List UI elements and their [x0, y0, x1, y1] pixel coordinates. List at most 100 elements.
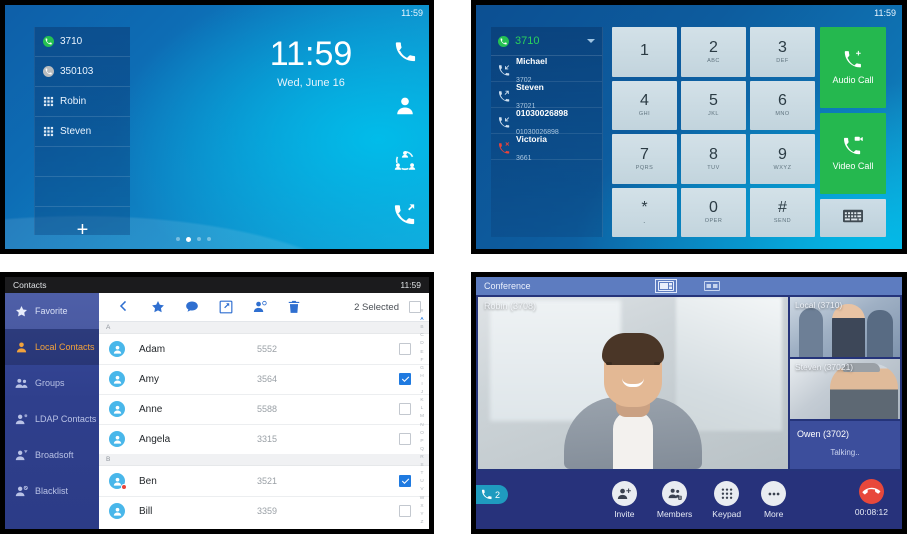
page-dot[interactable] [175, 237, 180, 241]
alpha-x[interactable]: X [420, 504, 423, 509]
contacts-list[interactable]: A Adam 5552 Amy 3564 Anne 5588 Angela 33… [99, 322, 429, 529]
members-button[interactable]: Members [657, 481, 692, 519]
alpha-i[interactable]: I [421, 382, 422, 387]
dialpad-key-5[interactable]: 5 JKL [681, 80, 746, 130]
alpha-h[interactable]: H [420, 374, 423, 379]
history-item-michael[interactable]: Michael 3702 [491, 56, 602, 84]
table-row[interactable]: Adam 5552 [99, 334, 429, 364]
star-icon[interactable] [141, 300, 175, 314]
alpha-a[interactable]: A [420, 317, 423, 322]
table-row[interactable]: Angela 3315 [99, 424, 429, 454]
trash-icon[interactable] [277, 300, 311, 314]
dialpad-key-9[interactable]: 9 WXYZ [750, 134, 815, 184]
alpha-c[interactable]: C [420, 333, 423, 338]
row-checkbox[interactable] [399, 505, 411, 517]
contacts-main: 2 Selected A Adam 5552 Amy 3564 Anne 558… [99, 293, 429, 529]
phone-icon[interactable] [394, 41, 416, 63]
call-count-badge[interactable]: 2 [476, 485, 509, 504]
alpha-r[interactable]: R [420, 455, 423, 460]
table-row[interactable]: Amy 3564 [99, 364, 429, 394]
thumbnail-owen-audio[interactable]: Owen (3702) Talking.. [790, 421, 900, 469]
alpha-m[interactable]: M [420, 414, 424, 419]
row-checkbox-checked[interactable] [399, 475, 411, 487]
table-row[interactable]: Bill 3359 [99, 496, 429, 526]
sidebar-item-broadsoft[interactable]: Broadsoft [5, 437, 99, 473]
dialpad-key-1[interactable]: 1 [612, 27, 677, 77]
alpha-d[interactable]: D [420, 341, 423, 346]
add-contact-icon[interactable] [243, 300, 277, 314]
layout-picture-in-picture-icon[interactable] [655, 279, 677, 293]
row-checkbox[interactable] [399, 343, 411, 355]
sidebar-item-blacklist[interactable]: Blacklist [5, 473, 99, 509]
alphabet-index[interactable]: # A B C D E F G H I J K L M N O P Q R S … [417, 307, 427, 527]
alpha-p[interactable]: P [420, 439, 423, 444]
end-call-button[interactable] [858, 479, 884, 504]
call-history-icon[interactable] [394, 203, 416, 225]
export-icon[interactable] [209, 300, 243, 314]
line-key-3710[interactable]: 3710 [35, 27, 130, 57]
alpha-v[interactable]: V [420, 487, 423, 492]
back-chevron-icon[interactable] [107, 300, 141, 314]
layout-split-icon[interactable] [702, 280, 722, 292]
sidebar-item-groups[interactable]: Groups [5, 365, 99, 401]
row-checkbox[interactable] [399, 403, 411, 415]
sidebar-item-favorite[interactable]: Favorite [5, 293, 99, 329]
line-key-empty[interactable] [35, 147, 130, 177]
table-row[interactable]: Anne 5588 [99, 394, 429, 424]
table-row[interactable]: Ben 3521 [99, 466, 429, 496]
row-checkbox[interactable] [399, 433, 411, 445]
add-line-key-button[interactable]: + [35, 207, 130, 249]
dialpad-key-hash[interactable]: # SEND [750, 187, 815, 237]
audio-call-button[interactable]: Audio Call [820, 27, 886, 108]
dialpad-key-3[interactable]: 3 DEF [750, 27, 815, 77]
dialpad-key-star[interactable]: *. [612, 187, 677, 237]
alpha-g[interactable]: G [420, 366, 424, 371]
dialpad-key-6[interactable]: 6 MNO [750, 80, 815, 130]
alpha-q[interactable]: Q [420, 447, 424, 452]
alpha-o[interactable]: O [420, 431, 424, 436]
key-sub: DEF [776, 57, 789, 64]
contacts-person-icon[interactable] [394, 95, 416, 117]
alpha-n[interactable]: N [420, 423, 423, 428]
conference-icon[interactable] [394, 149, 416, 171]
alpha-t[interactable]: T [421, 471, 424, 476]
row-checkbox-checked[interactable] [399, 373, 411, 385]
sidebar-item-ldap-contacts[interactable]: LDAP Contacts [5, 401, 99, 437]
alpha-e[interactable]: E [420, 350, 423, 355]
dialpad-key-2[interactable]: 2 ABC [681, 27, 746, 77]
dialpad-key-4[interactable]: 4 GHI [612, 80, 677, 130]
line-key-steven[interactable]: Steven [35, 117, 130, 147]
thumbnail-steven[interactable]: Steven (37021) [790, 359, 900, 419]
alpha-j[interactable]: J [421, 390, 423, 395]
more-button[interactable]: More [761, 481, 787, 519]
invite-button[interactable]: Invite [611, 481, 637, 519]
line-key-350103[interactable]: 350103 [35, 57, 130, 87]
dialpad-key-8[interactable]: 8 TUV [681, 134, 746, 184]
alpha-z[interactable]: Z [421, 520, 424, 525]
line-key-robin[interactable]: Robin [35, 87, 130, 117]
dialpad-key-0[interactable]: 0 OPER [681, 187, 746, 237]
video-call-button[interactable]: Video Call [820, 113, 886, 194]
alpha-s[interactable]: S [420, 463, 423, 468]
page-dot[interactable] [196, 237, 201, 241]
line-key-empty[interactable] [35, 177, 130, 207]
alpha-y[interactable]: Y [420, 512, 423, 517]
keypad-button[interactable]: Keypad [712, 481, 741, 519]
history-item-victoria[interactable]: Victoria 3661 [491, 134, 602, 162]
line-keys-panel[interactable]: 3710 350103 Robin Steven + [34, 27, 130, 240]
page-dot-active[interactable] [185, 237, 191, 242]
alpha-w[interactable]: W [420, 496, 425, 501]
thumbnail-local[interactable]: Local (3710) [790, 297, 900, 357]
alpha-k[interactable]: K [420, 398, 423, 403]
main-video-tile[interactable]: Robin (3708) [478, 297, 788, 469]
alpha-f[interactable]: F [421, 358, 424, 363]
sidebar-item-local-contacts[interactable]: Local Contacts [5, 329, 99, 365]
alpha-u[interactable]: U [420, 479, 423, 484]
page-dot[interactable] [206, 237, 211, 241]
alpha-b[interactable]: B [420, 325, 423, 330]
chat-bubble-icon[interactable] [175, 300, 209, 314]
keyboard-button[interactable] [820, 199, 886, 237]
alpha-l[interactable]: L [421, 406, 424, 411]
alpha-hash[interactable]: # [421, 309, 424, 314]
dialpad-key-7[interactable]: 7 PQRS [612, 134, 677, 184]
